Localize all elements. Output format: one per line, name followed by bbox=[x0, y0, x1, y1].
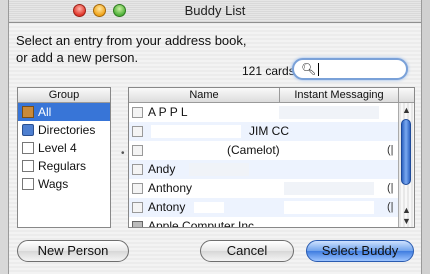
search-input[interactable]: 🔍︎ bbox=[292, 58, 408, 80]
contact-card-icon bbox=[132, 202, 143, 213]
group-icon bbox=[22, 176, 38, 190]
vertical-scrollbar[interactable]: ▲ ▲ ▼ bbox=[398, 103, 414, 227]
group-item-directories[interactable]: Directories bbox=[18, 121, 110, 139]
title-bar[interactable]: Buddy List bbox=[9, 0, 421, 23]
scroll-up-arrow-icon[interactable]: ▲ bbox=[402, 205, 411, 215]
instruction-line-2: or add a new person. bbox=[16, 50, 139, 65]
redacted-area bbox=[284, 201, 374, 214]
contact-card-icon bbox=[132, 183, 143, 194]
list-item[interactable]: Antony (| bbox=[129, 198, 398, 217]
group-icon bbox=[22, 158, 38, 172]
window-title: Buddy List bbox=[184, 3, 246, 18]
list-item[interactable]: JIM CC bbox=[129, 122, 398, 141]
group-item-wags[interactable]: Wags bbox=[18, 175, 110, 193]
redacted-area bbox=[284, 182, 374, 195]
im-handle: (| bbox=[387, 182, 394, 194]
contact-card-icon bbox=[132, 164, 143, 175]
im-column-header[interactable]: Instant Messaging bbox=[280, 88, 398, 103]
cancel-button[interactable]: Cancel bbox=[200, 240, 294, 262]
scroll-down-arrow-icon[interactable]: ▼ bbox=[402, 216, 411, 226]
people-header: Name Instant Messaging bbox=[129, 88, 414, 103]
group-item-label: Wags bbox=[38, 177, 69, 191]
contact-name: Andy bbox=[148, 162, 176, 176]
header-corner bbox=[398, 88, 414, 103]
contact-card-icon bbox=[132, 107, 143, 118]
group-item-label: Regulars bbox=[38, 159, 87, 173]
redacted-area bbox=[151, 125, 241, 138]
select-buddy-button[interactable]: Select Buddy bbox=[306, 240, 414, 262]
list-item[interactable]: Andy bbox=[129, 160, 398, 179]
group-item-label: All bbox=[38, 105, 52, 119]
magnifier-icon: 🔍︎ bbox=[301, 62, 317, 76]
background-right bbox=[422, 0, 430, 274]
company-icon bbox=[132, 221, 143, 227]
list-item[interactable]: Anthony (| bbox=[129, 179, 398, 198]
group-item-label: Level 4 bbox=[38, 141, 77, 155]
redacted-area bbox=[279, 106, 379, 119]
group-item-level-4[interactable]: Level 4 bbox=[18, 139, 110, 157]
contact-name: Anthony bbox=[148, 181, 193, 195]
redacted-area bbox=[194, 202, 224, 213]
name-column-header[interactable]: Name bbox=[129, 88, 280, 103]
contact-name: Apple Computer Inc bbox=[148, 219, 255, 228]
group-column-header[interactable]: Group bbox=[18, 88, 110, 103]
contact-name: Antony bbox=[148, 200, 186, 214]
list-item[interactable]: A P P L bbox=[129, 103, 398, 122]
new-person-button[interactable]: New Person bbox=[17, 240, 129, 262]
contact-name: (Camelot) bbox=[227, 143, 280, 157]
directory-icon bbox=[22, 124, 34, 136]
instruction-text: Select an entry from your address book, … bbox=[16, 32, 247, 66]
im-handle: (| bbox=[387, 201, 394, 213]
redacted-area bbox=[151, 144, 211, 157]
group-icon bbox=[22, 140, 38, 154]
people-list[interactable]: Name Instant Messaging A P P L JIM CC (C… bbox=[128, 87, 415, 228]
list-item[interactable]: (Camelot) (| bbox=[129, 141, 398, 160]
group-list[interactable]: Group All Directories Level 4 Regulars W… bbox=[17, 87, 111, 228]
text-caret bbox=[318, 63, 319, 76]
contact-name: JIM CC bbox=[249, 124, 289, 138]
list-item[interactable]: Apple Computer Inc bbox=[129, 217, 398, 228]
address-book-icon bbox=[22, 106, 34, 118]
group-item-regulars[interactable]: Regulars bbox=[18, 157, 110, 175]
split-handle-icon[interactable]: • bbox=[121, 148, 125, 159]
group-item-label: Directories bbox=[38, 123, 96, 137]
instruction-line-1: Select an entry from your address book, bbox=[16, 33, 247, 48]
group-item-all[interactable]: All bbox=[18, 103, 110, 121]
scroll-up-arrow-icon[interactable]: ▲ bbox=[402, 105, 411, 115]
scrollbar-thumb[interactable] bbox=[401, 119, 411, 185]
card-count: 121 cards bbox=[242, 64, 295, 78]
contact-name: A P P L bbox=[148, 105, 188, 119]
contact-card-icon bbox=[132, 126, 143, 137]
background-left bbox=[0, 0, 8, 274]
redacted-area bbox=[189, 163, 249, 176]
im-handle: (| bbox=[387, 144, 394, 156]
contact-card-icon bbox=[132, 145, 143, 156]
